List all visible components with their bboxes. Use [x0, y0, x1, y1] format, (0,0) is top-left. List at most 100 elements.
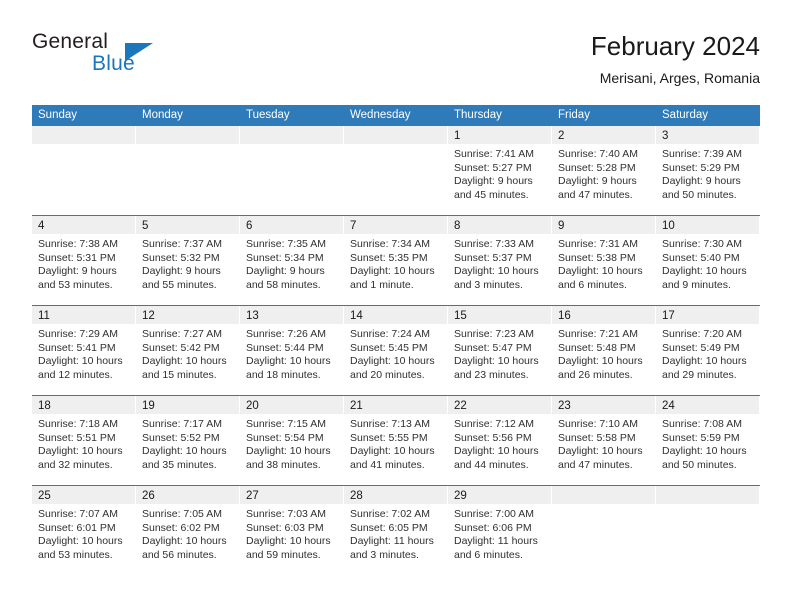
day-number-band: 7 [344, 216, 448, 234]
day-cell-19[interactable]: 19 Sunrise: 7:17 AM Sunset: 5:52 PM Dayligh… [136, 396, 240, 485]
day-cell-7[interactable]: 7 Sunrise: 7:34 AM Sunset: 5:35 PM Daylight… [344, 216, 448, 305]
day-details: Sunrise: 7:41 AM Sunset: 5:27 PM Daylight:… [448, 144, 552, 202]
day-detail-line: Sunrise: 7:39 AM [662, 148, 742, 160]
general-blue-logo[interactable]: General Blue [32, 30, 292, 90]
day-cell-13[interactable]: 13 Sunrise: 7:26 AM Sunset: 5:44 PM Dayligh… [240, 306, 344, 395]
day-details: Sunrise: 7:12 AM Sunset: 5:56 PM Daylight:… [448, 414, 552, 472]
day-cell-8[interactable]: 8 Sunrise: 7:33 AM Sunset: 5:37 PM Daylight… [448, 216, 552, 305]
day-number: 20 [246, 400, 259, 412]
day-detail-line: Daylight: 9 hours [142, 265, 221, 278]
day-detail-line: and 32 minutes. [38, 458, 113, 471]
day-detail-line: and 9 minutes. [662, 278, 731, 291]
day-detail-line: and 6 minutes. [558, 278, 627, 291]
day-cell-14[interactable]: 14 Sunrise: 7:24 AM Sunset: 5:45 PM Dayligh… [344, 306, 448, 395]
day-cell-21[interactable]: 21 Sunrise: 7:13 AM Sunset: 5:55 PM Dayligh… [344, 396, 448, 485]
weekday-header-thursday: Thursday [454, 109, 502, 121]
day-number: 23 [558, 400, 571, 412]
day-cell-28[interactable]: 28 Sunrise: 7:02 AM Sunset: 6:05 PM Dayligh… [344, 486, 448, 575]
day-cell-29[interactable]: 29 Sunrise: 7:00 AM Sunset: 6:06 PM Dayligh… [448, 486, 552, 575]
day-number: 9 [558, 220, 565, 232]
day-details: Sunrise: 7:37 AM Sunset: 5:32 PM Daylight:… [136, 234, 240, 292]
day-number-band: 8 [448, 216, 552, 234]
day-number-band [136, 126, 240, 144]
day-cell-2[interactable]: 2 Sunrise: 7:40 AM Sunset: 5:28 PM Daylight… [552, 126, 656, 215]
day-detail-line: Daylight: 10 hours [558, 445, 643, 458]
page-subtitle: Merisani, Arges, Romania [599, 70, 760, 86]
day-number: 14 [350, 310, 363, 322]
day-detail-line: Sunrise: 7:10 AM [558, 418, 638, 430]
day-cell-10[interactable]: 10 Sunrise: 7:30 AM Sunset: 5:40 PM Dayligh… [656, 216, 760, 305]
day-details: Sunrise: 7:15 AM Sunset: 5:54 PM Daylight:… [240, 414, 344, 472]
day-number: 10 [662, 220, 675, 232]
day-detail-line: Sunrise: 7:33 AM [454, 238, 534, 250]
day-number-band: 22 [448, 396, 552, 414]
page-title: February 2024 [590, 31, 760, 61]
day-detail-line: Daylight: 10 hours [662, 445, 747, 458]
day-cell-15[interactable]: 15 Sunrise: 7:23 AM Sunset: 5:47 PM Dayligh… [448, 306, 552, 395]
day-detail-line: and 3 minutes. [454, 278, 523, 291]
day-detail-line: and 53 minutes. [38, 548, 113, 561]
day-detail-line: Sunset: 6:01 PM [38, 521, 116, 534]
day-cell-11[interactable]: 11 Sunrise: 7:29 AM Sunset: 5:41 PM Dayligh… [32, 306, 136, 395]
day-cell-25[interactable]: 25 Sunrise: 7:07 AM Sunset: 6:01 PM Dayligh… [32, 486, 136, 575]
day-number-band: 5 [136, 216, 240, 234]
day-cell-12[interactable]: 12 Sunrise: 7:27 AM Sunset: 5:42 PM Dayligh… [136, 306, 240, 395]
day-cell-9[interactable]: 9 Sunrise: 7:31 AM Sunset: 5:38 PM Daylight… [552, 216, 656, 305]
day-detail-line: Sunrise: 7:31 AM [558, 238, 638, 250]
day-number-band: 25 [32, 486, 136, 504]
day-cell-26[interactable]: 26 Sunrise: 7:05 AM Sunset: 6:02 PM Dayligh… [136, 486, 240, 575]
day-detail-line: Sunset: 5:54 PM [246, 431, 324, 444]
day-cell-18[interactable]: 18 Sunrise: 7:18 AM Sunset: 5:51 PM Dayligh… [32, 396, 136, 485]
day-details: Sunrise: 7:27 AM Sunset: 5:42 PM Daylight:… [136, 324, 240, 382]
day-cell-1[interactable]: 1 Sunrise: 7:41 AM Sunset: 5:27 PM Daylight… [448, 126, 552, 215]
day-details [656, 504, 760, 508]
weekday-header-saturday: Saturday [662, 109, 709, 121]
day-detail-line: Sunrise: 7:26 AM [246, 328, 326, 340]
day-detail-line: and 47 minutes. [558, 458, 633, 471]
day-cell-17[interactable]: 17 Sunrise: 7:20 AM Sunset: 5:49 PM Dayligh… [656, 306, 760, 395]
day-detail-line: Sunset: 5:56 PM [454, 431, 532, 444]
day-number-band: 14 [344, 306, 448, 324]
calendar-week-row: 11 Sunrise: 7:29 AM Sunset: 5:41 PM Dayligh… [32, 305, 760, 395]
day-cell-empty [656, 486, 760, 575]
day-number: 8 [454, 220, 461, 232]
day-number-band: 1 [448, 126, 552, 144]
day-detail-line: Daylight: 11 hours [350, 535, 434, 548]
day-detail-line: Daylight: 10 hours [38, 445, 123, 458]
day-detail-line: Sunset: 5:35 PM [350, 251, 428, 264]
day-cell-5[interactable]: 5 Sunrise: 7:37 AM Sunset: 5:32 PM Daylight… [136, 216, 240, 305]
day-detail-line: and 59 minutes. [246, 548, 321, 561]
day-detail-line: Sunset: 6:03 PM [246, 521, 324, 534]
day-details: Sunrise: 7:39 AM Sunset: 5:29 PM Daylight:… [656, 144, 760, 202]
day-detail-line: Sunset: 5:42 PM [142, 341, 220, 354]
weekday-header-monday: Monday [142, 109, 183, 121]
day-cell-23[interactable]: 23 Sunrise: 7:10 AM Sunset: 5:58 PM Dayligh… [552, 396, 656, 485]
day-number: 1 [454, 130, 461, 142]
day-number-band: 26 [136, 486, 240, 504]
day-number-band: 13 [240, 306, 344, 324]
day-detail-line: Daylight: 10 hours [38, 535, 123, 548]
day-cell-16[interactable]: 16 Sunrise: 7:21 AM Sunset: 5:48 PM Dayligh… [552, 306, 656, 395]
day-cell-6[interactable]: 6 Sunrise: 7:35 AM Sunset: 5:34 PM Daylight… [240, 216, 344, 305]
day-detail-line: and 50 minutes. [662, 458, 737, 471]
day-detail-line: Sunrise: 7:29 AM [38, 328, 118, 340]
day-cell-24[interactable]: 24 Sunrise: 7:08 AM Sunset: 5:59 PM Dayligh… [656, 396, 760, 485]
day-detail-line: Daylight: 10 hours [246, 445, 331, 458]
day-details: Sunrise: 7:21 AM Sunset: 5:48 PM Daylight:… [552, 324, 656, 382]
day-number: 26 [142, 490, 155, 502]
day-details: Sunrise: 7:38 AM Sunset: 5:31 PM Daylight:… [32, 234, 136, 292]
page-header: General Blue February 2024 Merisani, Arg… [32, 30, 760, 96]
day-detail-line: Sunrise: 7:40 AM [558, 148, 638, 160]
day-number-band: 16 [552, 306, 656, 324]
day-cell-22[interactable]: 22 Sunrise: 7:12 AM Sunset: 5:56 PM Dayligh… [448, 396, 552, 485]
day-cell-empty [240, 126, 344, 215]
calendar-week-row: 18 Sunrise: 7:18 AM Sunset: 5:51 PM Dayligh… [32, 395, 760, 485]
day-detail-line: Sunset: 5:49 PM [662, 341, 740, 354]
day-cell-20[interactable]: 20 Sunrise: 7:15 AM Sunset: 5:54 PM Dayligh… [240, 396, 344, 485]
day-number-band: 2 [552, 126, 656, 144]
day-detail-line: Sunset: 5:55 PM [350, 431, 428, 444]
day-cell-3[interactable]: 3 Sunrise: 7:39 AM Sunset: 5:29 PM Daylight… [656, 126, 760, 215]
day-cell-4[interactable]: 4 Sunrise: 7:38 AM Sunset: 5:31 PM Daylight… [32, 216, 136, 305]
day-cell-empty [136, 126, 240, 215]
day-cell-27[interactable]: 27 Sunrise: 7:03 AM Sunset: 6:03 PM Dayligh… [240, 486, 344, 575]
